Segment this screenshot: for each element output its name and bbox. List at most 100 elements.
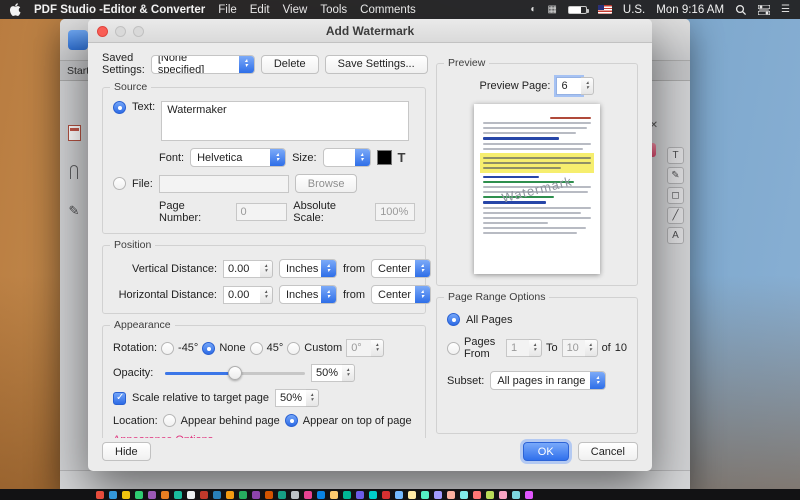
attachments-icon[interactable] [70, 165, 78, 179]
taskbar-app-icon[interactable] [226, 490, 234, 499]
taskbar-app-icon[interactable] [213, 490, 221, 499]
stepper-arrows-icon[interactable]: ▴ ▾ [528, 339, 542, 357]
taskbar-app-icon[interactable] [434, 490, 442, 499]
appearance-options-link[interactable]: Appearance Options... [113, 434, 222, 438]
horizontal-distance-field[interactable]: 0.00 ▴ ▾ [223, 285, 273, 304]
input-source-label[interactable]: U.S. [623, 4, 645, 16]
tab-start[interactable]: Start [67, 65, 89, 77]
battery-icon[interactable] [567, 5, 589, 14]
source-file-radio[interactable] [113, 177, 126, 190]
close-window-button[interactable] [97, 26, 108, 37]
vertical-unit-select[interactable]: Inches ▴ ▾ [279, 259, 337, 278]
stepper-arrows-icon[interactable]: ▴ ▾ [305, 389, 319, 407]
scale-relative-checkbox[interactable] [113, 391, 126, 405]
input-source-flag-icon[interactable] [597, 5, 612, 14]
taskbar-app-icon[interactable] [148, 490, 156, 499]
taskbar-app-icon[interactable] [200, 490, 208, 499]
saved-settings-select[interactable]: [None specified] ▴ ▾ [150, 54, 255, 74]
menu-tools[interactable]: Tools [320, 4, 347, 16]
active-app-name[interactable]: PDF Studio -Editor & Converter [34, 4, 205, 16]
opacity-slider[interactable] [165, 366, 305, 380]
all-pages-radio[interactable] [447, 313, 460, 326]
watermark-text-input[interactable]: Watermaker [161, 101, 410, 141]
taskbar-app-icon[interactable] [382, 490, 390, 499]
notification-center-icon[interactable]: ☰ [781, 4, 790, 15]
scale-relative-field[interactable]: 50% ▴ ▾ [274, 389, 319, 407]
taskbar-app-icon[interactable] [447, 490, 455, 499]
pages-from-radio[interactable] [447, 341, 460, 355]
taskbar-app-icon[interactable] [252, 490, 260, 499]
taskbar-app-icon[interactable] [486, 490, 494, 499]
taskbar-app-icon[interactable] [512, 490, 520, 499]
rotation-45-radio[interactable] [249, 341, 263, 355]
stamp-tool-icon[interactable]: A [667, 227, 684, 244]
taskbar-app-icon[interactable] [278, 490, 286, 499]
control-center-icon[interactable] [758, 4, 771, 15]
rotation-custom-radio[interactable] [287, 341, 301, 355]
taskbar-app-icon[interactable] [239, 490, 247, 499]
taskbar-app-icon[interactable] [135, 490, 143, 499]
location-behind-radio[interactable] [162, 414, 176, 427]
stepper-arrows-icon[interactable]: ▴ ▾ [584, 339, 598, 357]
slider-knob[interactable] [228, 366, 242, 380]
horizontal-unit-select[interactable]: Inches ▴ ▾ [279, 285, 337, 304]
line-tool-icon[interactable]: ╱ [667, 207, 684, 224]
opacity-field[interactable]: 50% ▴ ▾ [311, 364, 355, 382]
taskbar-app-icon[interactable] [96, 490, 104, 499]
text-tool-icon[interactable]: T [667, 147, 684, 164]
taskbar-app-icon[interactable] [330, 490, 338, 499]
save-settings-button[interactable]: Save Settings... [324, 54, 428, 74]
pages-to-field[interactable]: 10 ▴ ▾ [561, 339, 598, 357]
edit-pdf-tool-icon[interactable] [68, 29, 88, 50]
cancel-button[interactable]: Cancel [577, 442, 638, 461]
signature-icon[interactable]: ✎ [69, 203, 80, 219]
taskbar-app-icon[interactable] [473, 490, 481, 499]
menubar-clock[interactable]: Mon 9:16 AM [656, 4, 724, 16]
taskbar-app-icon[interactable] [460, 490, 468, 499]
taskbar-app-icon[interactable] [161, 490, 169, 499]
pencil-tool-icon[interactable]: ✎ [667, 167, 684, 184]
taskbar-app-icon[interactable] [525, 490, 533, 499]
taskbar-app-icon[interactable] [265, 490, 273, 499]
absolute-scale-input[interactable]: 100% [375, 203, 415, 221]
menu-view[interactable]: View [283, 4, 308, 16]
dialog-titlebar[interactable]: Add Watermark [88, 19, 652, 43]
taskbar-app-icon[interactable] [369, 490, 377, 499]
stepper-arrows-icon[interactable]: ▴ ▾ [342, 364, 355, 382]
taskbar-app-icon[interactable] [174, 490, 182, 499]
pages-from-field[interactable]: 1 ▴ ▾ [505, 339, 542, 357]
stepper-arrows-icon[interactable]: ▴ ▾ [260, 285, 273, 304]
browse-button[interactable]: Browse [294, 174, 358, 193]
taskbar-app-icon[interactable] [343, 490, 351, 499]
menu-extra-icon[interactable]: ▦ [547, 4, 556, 15]
menu-edit[interactable]: Edit [250, 4, 270, 16]
stepper-arrows-icon[interactable]: ▴ ▾ [260, 259, 273, 278]
vertical-anchor-select[interactable]: Center ▴ ▾ [371, 259, 431, 278]
menu-comments[interactable]: Comments [360, 4, 416, 16]
taskbar-app-icon[interactable] [499, 490, 507, 499]
taskbar-app-icon[interactable] [395, 490, 403, 499]
rotation-minus45-radio[interactable] [161, 341, 175, 355]
preview-page-field[interactable]: 6 ▴ ▾ [554, 75, 595, 97]
taskbar-app-icon[interactable] [291, 490, 299, 499]
rotation-none-radio[interactable] [202, 341, 216, 355]
taskbar-app-icon[interactable] [304, 490, 312, 499]
taskbar-app-icon[interactable] [317, 490, 325, 499]
shape-tool-icon[interactable]: ◻ [667, 187, 684, 204]
page-thumbnails-icon[interactable] [67, 125, 81, 141]
text-color-swatch[interactable] [376, 150, 392, 165]
taskbar-app-icon[interactable] [122, 490, 130, 499]
page-number-input[interactable]: 0 [235, 203, 288, 221]
taskbar-app-icon[interactable] [109, 490, 117, 499]
taskbar-app-icon[interactable] [187, 490, 195, 499]
stepper-arrows-icon[interactable]: ▴ ▾ [371, 339, 385, 357]
spotlight-search-icon[interactable] [735, 4, 747, 16]
taskbar-app-icon[interactable] [421, 490, 429, 499]
display-status-icon[interactable]: ◐ [530, 4, 536, 15]
text-style-icon[interactable]: T [398, 150, 406, 165]
taskbar-app-icon[interactable] [356, 490, 364, 499]
horizontal-anchor-select[interactable]: Center ▴ ▾ [371, 285, 431, 304]
location-top-radio[interactable] [284, 414, 298, 427]
rotation-custom-field[interactable]: 0° ▴ ▾ [346, 339, 385, 357]
subset-select[interactable]: All pages in range ▴ ▾ [490, 371, 607, 390]
